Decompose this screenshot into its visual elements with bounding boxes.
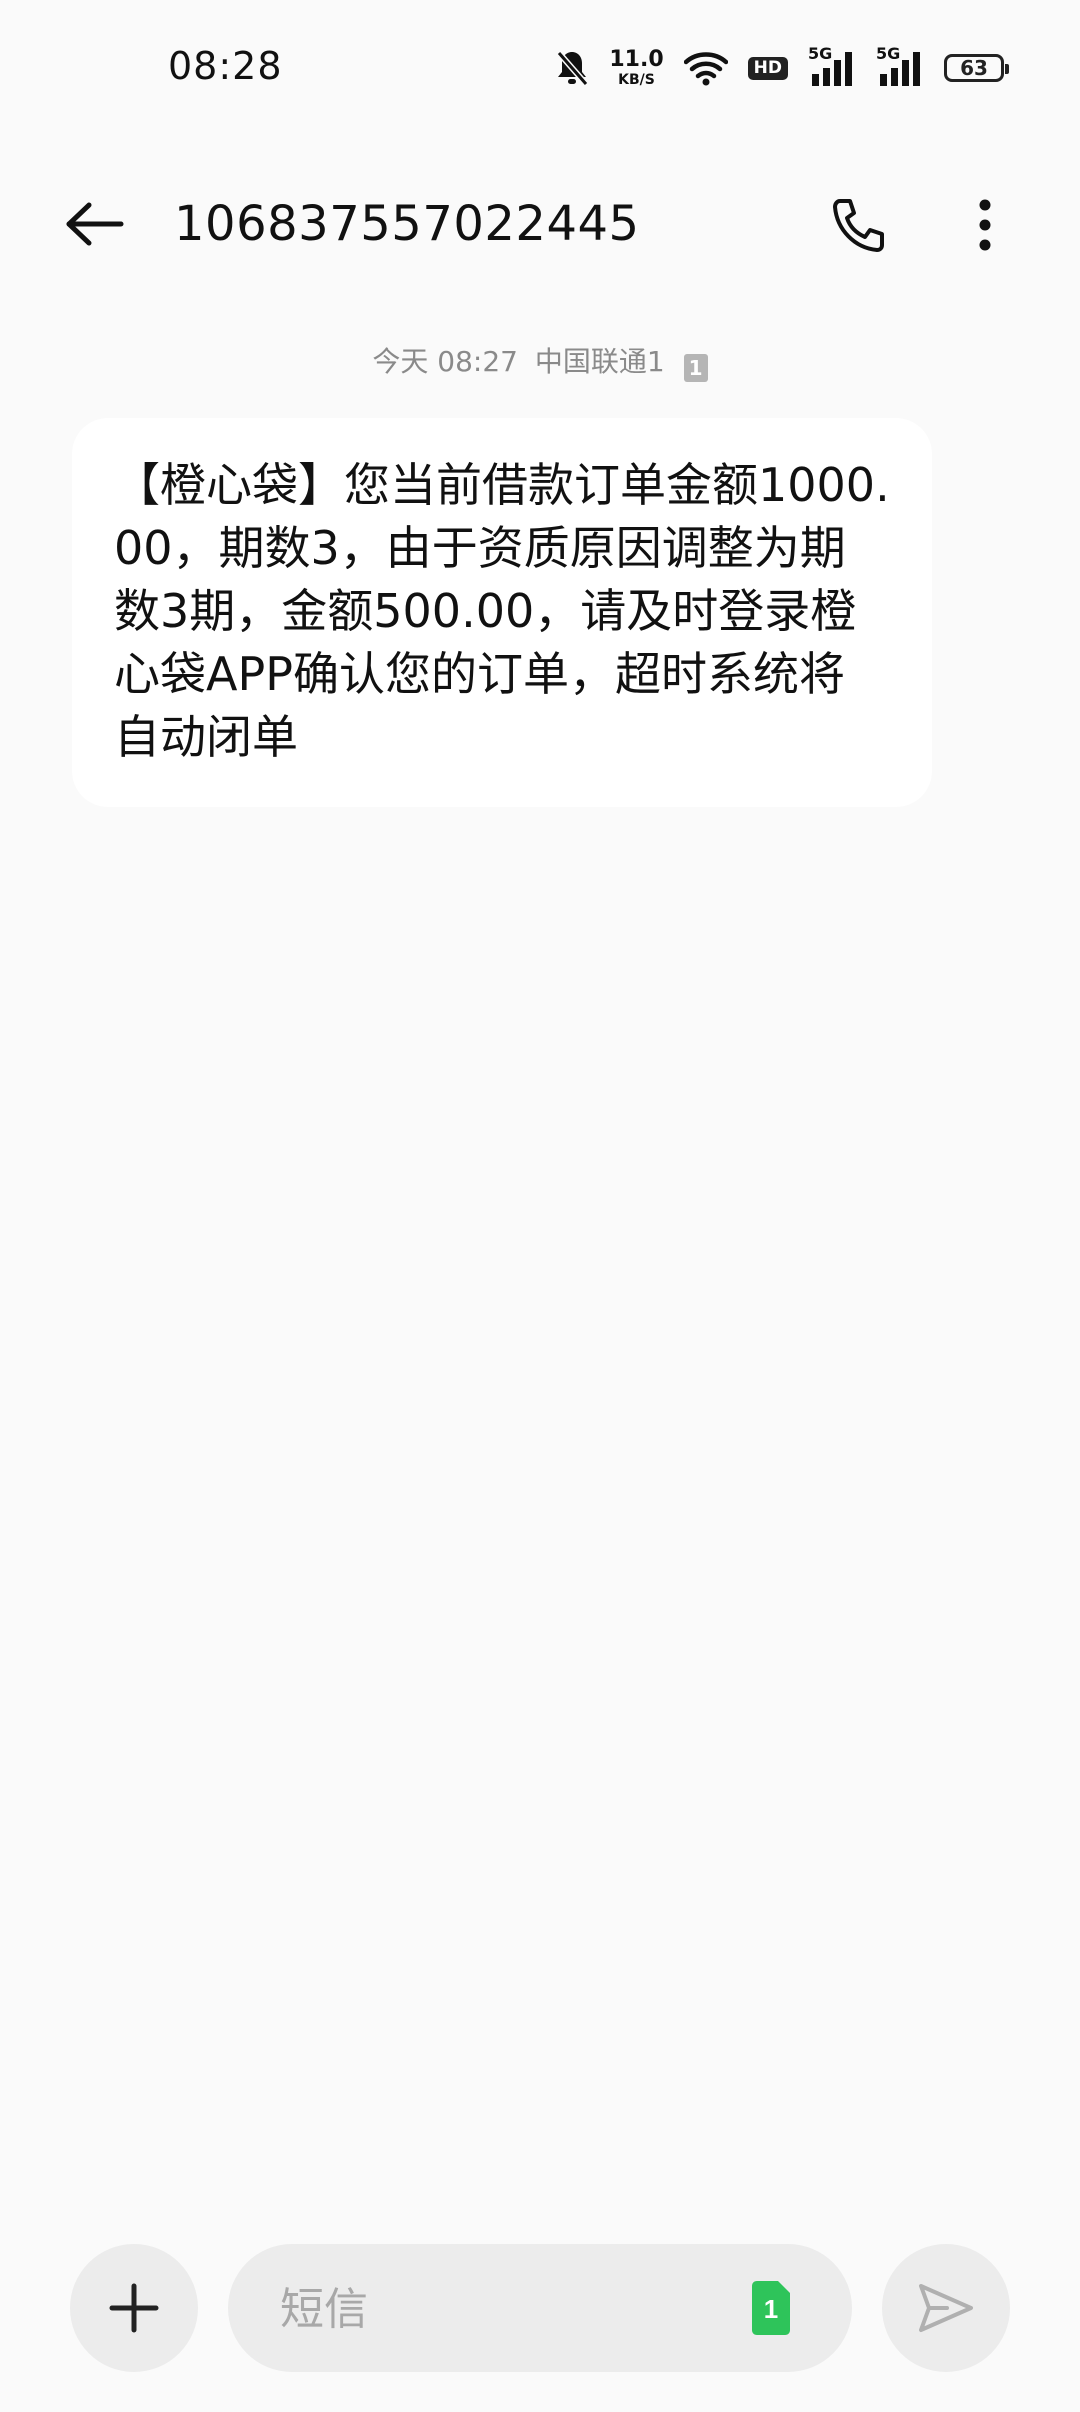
hd-icon: HD bbox=[747, 56, 788, 80]
network-speed: 11.0 KB/S bbox=[609, 47, 664, 88]
network-speed-value: 11.0 bbox=[609, 47, 664, 72]
sim-badge: 1 bbox=[683, 354, 708, 382]
battery-level: 63 bbox=[960, 56, 988, 80]
back-arrow-icon bbox=[66, 202, 124, 246]
message-carrier: 中国联通1 bbox=[534, 345, 665, 378]
send-button[interactable] bbox=[882, 2244, 1010, 2372]
network-speed-unit: KB/S bbox=[618, 72, 655, 88]
message-day: 今天 bbox=[372, 345, 429, 378]
message-text: 【橙心袋】您当前借款订单金额1000.00，期数3，由于资质原因调整为期数3期，… bbox=[114, 458, 890, 764]
contact-number: 106837557022445 bbox=[174, 196, 640, 252]
send-icon bbox=[919, 2284, 973, 2332]
message-input-container: 1 bbox=[228, 2244, 852, 2374]
message-time: 08:27 bbox=[437, 345, 518, 378]
composer-bar: 1 bbox=[0, 2244, 1080, 2374]
battery-icon: 63 bbox=[944, 54, 1009, 82]
sim-card-icon: 1 bbox=[752, 2281, 790, 2335]
back-button[interactable] bbox=[60, 194, 130, 254]
add-attachment-button[interactable] bbox=[70, 2244, 198, 2372]
call-button[interactable] bbox=[826, 192, 892, 258]
status-icons: 11.0 KB/S HD 5G 5G 63 bbox=[555, 44, 1009, 92]
signal-5g-icon: 5G bbox=[808, 44, 856, 88]
status-time: 08:28 bbox=[168, 44, 283, 88]
message-timestamp: 今天 08:27 中国联通1 1 bbox=[0, 340, 1080, 382]
wifi-icon bbox=[683, 50, 728, 86]
sim-select-label: 1 bbox=[764, 2294, 778, 2324]
plus-icon bbox=[109, 2283, 159, 2333]
phone-icon bbox=[833, 199, 884, 252]
message-bubble[interactable]: 【橙心袋】您当前借款订单金额1000.00，期数3，由于资质原因调整为期数3期，… bbox=[72, 418, 932, 807]
message-input[interactable] bbox=[278, 2244, 752, 2374]
more-vertical-icon bbox=[979, 199, 991, 251]
bell-muted-icon bbox=[555, 49, 589, 87]
signal-5g-icon: 5G bbox=[876, 44, 924, 88]
status-bar: 08:28 11.0 KB/S HD 5G 5G 63 bbox=[0, 0, 1080, 130]
sim-select-button[interactable]: 1 bbox=[746, 2280, 794, 2336]
app-bar: 106837557022445 bbox=[0, 180, 1080, 266]
more-options-button[interactable] bbox=[960, 192, 1010, 258]
